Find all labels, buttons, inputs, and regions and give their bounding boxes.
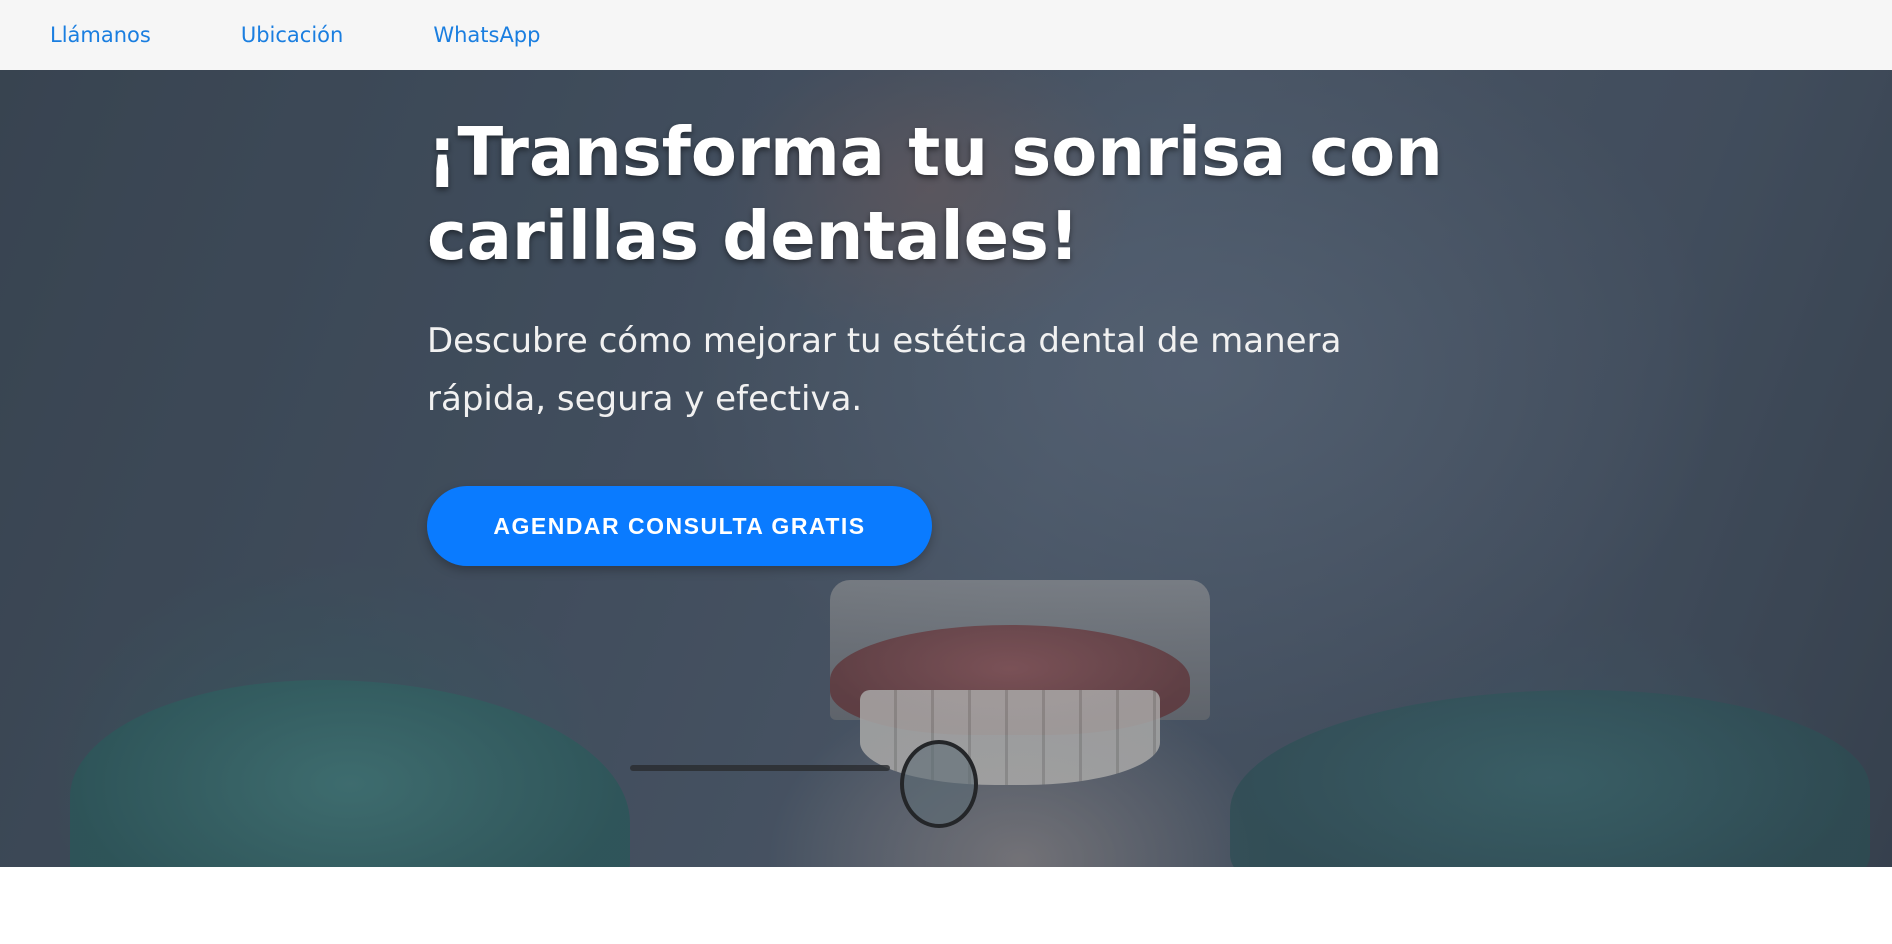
nav-link-call[interactable]: Llámanos: [50, 23, 151, 47]
nav-link-location[interactable]: Ubicación: [241, 23, 344, 47]
top-nav-bar: Llámanos Ubicación WhatsApp: [0, 0, 1892, 70]
nav-link-whatsapp[interactable]: WhatsApp: [433, 23, 540, 47]
hero-content: ¡Transforma tu sonrisa con carillas dent…: [427, 110, 1477, 566]
book-consultation-button[interactable]: AGENDAR CONSULTA GRATIS: [427, 486, 932, 566]
hero-subtitle: Descubre cómo mejorar tu estética dental…: [427, 321, 1342, 419]
hero-title: ¡Transforma tu sonrisa con carillas dent…: [427, 113, 1443, 275]
